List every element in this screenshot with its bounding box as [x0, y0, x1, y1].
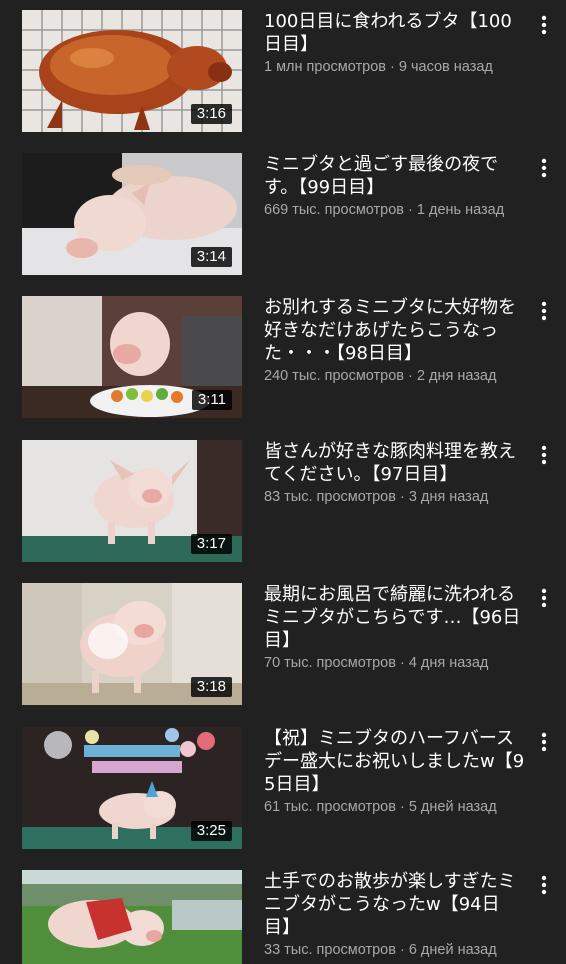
video-title[interactable]: 100日目に食われるブタ【100日目】: [264, 10, 526, 56]
video-meta: 83 тыс. просмотров · 3 дня назад: [264, 489, 489, 505]
video-duration: 3:11: [191, 390, 232, 410]
video-info[interactable]: 【祝】ミニブタのハーフバースデー盛大にお祝いしましたw【95日目】 61 тыс…: [264, 727, 526, 817]
video-info[interactable]: 土手でのお散歩が楽しすぎたミニブタがこうなったw【94日目】 33 тыс. п…: [264, 870, 526, 960]
video-meta: 33 тыс. просмотров · 6 дней назад: [264, 942, 497, 958]
video-item[interactable]: 3:14 ミニブタと過ごす最後の夜です。【99日目】 669 тыс. прос…: [0, 153, 566, 275]
video-info[interactable]: ミニブタと過ごす最後の夜です。【99日目】 669 тыс. просмотро…: [264, 153, 526, 220]
video-thumbnail[interactable]: 3:25: [22, 727, 242, 849]
video-thumbnail[interactable]: 3:18: [22, 583, 242, 705]
video-title[interactable]: 最期にお風呂で綺麗に洗われるミニブタがこちらです…【96日目】: [264, 583, 526, 652]
more-vert-icon[interactable]: [532, 155, 556, 181]
video-item[interactable]: 3:17 皆さんが好きな豚肉料理を教えてください。【97日目】 83 тыс. …: [0, 440, 566, 562]
video-title[interactable]: 皆さんが好きな豚肉料理を教えてください。【97日目】: [264, 440, 526, 486]
video-item[interactable]: 土手でのお散歩が楽しすぎたミニブタがこうなったw【94日目】 33 тыс. п…: [0, 870, 566, 964]
video-thumbnail[interactable]: 3:16: [22, 10, 242, 132]
video-title[interactable]: お別れするミニブタに大好物を好きなだけあげたらこうなった・・・【98日目】: [264, 296, 526, 365]
video-item[interactable]: 3:16 100日目に食われるブタ【100日目】 1 млн просмотро…: [0, 10, 566, 132]
video-thumbnail[interactable]: 3:14: [22, 153, 242, 275]
video-meta: 669 тыс. просмотров · 1 день назад: [264, 202, 505, 218]
more-vert-icon[interactable]: [532, 585, 556, 611]
video-duration: 3:16: [190, 104, 232, 124]
video-thumbnail[interactable]: 3:11: [22, 296, 242, 418]
more-vert-icon[interactable]: [532, 872, 556, 898]
video-item[interactable]: 3:25 【祝】ミニブタのハーフバースデー盛大にお祝いしましたw【95日目】 6…: [0, 727, 566, 849]
video-duration: 3:17: [190, 534, 232, 554]
video-meta: 70 тыс. просмотров · 4 дня назад: [264, 655, 489, 671]
video-item[interactable]: 3:18 最期にお風呂で綺麗に洗われるミニブタがこちらです…【96日目】 70 …: [0, 583, 566, 705]
more-vert-icon[interactable]: [532, 442, 556, 468]
video-meta: 1 млн просмотров · 9 часов назад: [264, 59, 493, 75]
video-feed: 3:16 100日目に食われるブタ【100日目】 1 млн просмотро…: [0, 0, 566, 964]
video-meta: 240 тыс. просмотров · 2 дня назад: [264, 368, 497, 384]
video-duration: 3:25: [190, 821, 232, 841]
video-info[interactable]: お別れするミニブタに大好物を好きなだけあげたらこうなった・・・【98日目】 24…: [264, 296, 526, 386]
video-info[interactable]: 最期にお風呂で綺麗に洗われるミニブタがこちらです…【96日目】 70 тыс. …: [264, 583, 526, 673]
more-vert-icon[interactable]: [532, 298, 556, 324]
video-thumbnail[interactable]: 3:17: [22, 440, 242, 562]
video-item[interactable]: 3:11 お別れするミニブタに大好物を好きなだけあげたらこうなった・・・【98日…: [0, 296, 566, 418]
video-duration: 3:14: [190, 247, 232, 267]
more-vert-icon[interactable]: [532, 12, 556, 38]
video-title[interactable]: 土手でのお散歩が楽しすぎたミニブタがこうなったw【94日目】: [264, 870, 526, 939]
video-info[interactable]: 100日目に食われるブタ【100日目】 1 млн просмотров · 9…: [264, 10, 526, 77]
video-duration: 3:18: [190, 677, 232, 697]
video-thumbnail[interactable]: [22, 870, 242, 964]
video-meta: 61 тыс. просмотров · 5 дней назад: [264, 799, 497, 815]
video-info[interactable]: 皆さんが好きな豚肉料理を教えてください。【97日目】 83 тыс. просм…: [264, 440, 526, 507]
video-title[interactable]: 【祝】ミニブタのハーフバースデー盛大にお祝いしましたw【95日目】: [264, 727, 526, 796]
more-vert-icon[interactable]: [532, 729, 556, 755]
video-title[interactable]: ミニブタと過ごす最後の夜です。【99日目】: [264, 153, 526, 199]
